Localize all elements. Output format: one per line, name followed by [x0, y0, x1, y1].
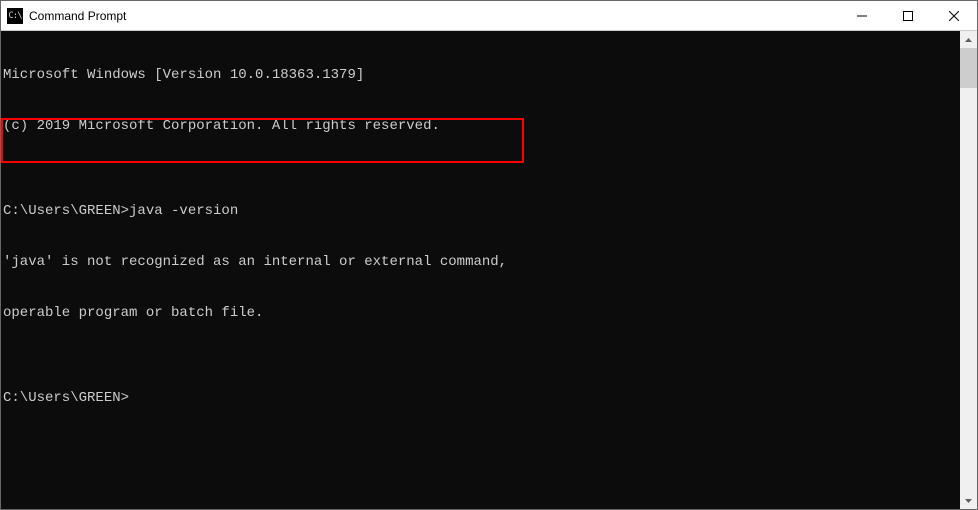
close-icon — [949, 11, 959, 21]
command-prompt-window: C:\ Command Prompt Microsoft — [0, 0, 978, 510]
minimize-icon — [857, 11, 867, 21]
chevron-down-icon — [965, 499, 972, 503]
app-icon: C:\ — [7, 8, 23, 24]
scrollbar-thumb[interactable] — [960, 48, 977, 88]
terminal-line: operable program or batch file. — [3, 305, 960, 322]
titlebar[interactable]: C:\ Command Prompt — [1, 1, 977, 31]
client-area: Microsoft Windows [Version 10.0.18363.13… — [1, 31, 977, 509]
scroll-down-button[interactable] — [960, 492, 977, 509]
terminal-line: C:\Users\GREEN> — [3, 390, 960, 407]
terminal-line: (c) 2019 Microsoft Corporation. All righ… — [3, 118, 960, 135]
window-controls — [839, 1, 977, 30]
minimize-button[interactable] — [839, 1, 885, 30]
terminal-line: 'java' is not recognized as an internal … — [3, 254, 960, 271]
maximize-icon — [903, 11, 913, 21]
terminal-output[interactable]: Microsoft Windows [Version 10.0.18363.13… — [1, 31, 960, 509]
close-button[interactable] — [931, 1, 977, 30]
vertical-scrollbar[interactable] — [960, 31, 977, 509]
terminal-line: Microsoft Windows [Version 10.0.18363.13… — [3, 67, 960, 84]
scroll-up-button[interactable] — [960, 31, 977, 48]
chevron-up-icon — [965, 38, 972, 42]
scrollbar-track[interactable] — [960, 48, 977, 492]
window-title: Command Prompt — [29, 9, 839, 23]
terminal-line: C:\Users\GREEN>java -version — [3, 203, 960, 220]
maximize-button[interactable] — [885, 1, 931, 30]
